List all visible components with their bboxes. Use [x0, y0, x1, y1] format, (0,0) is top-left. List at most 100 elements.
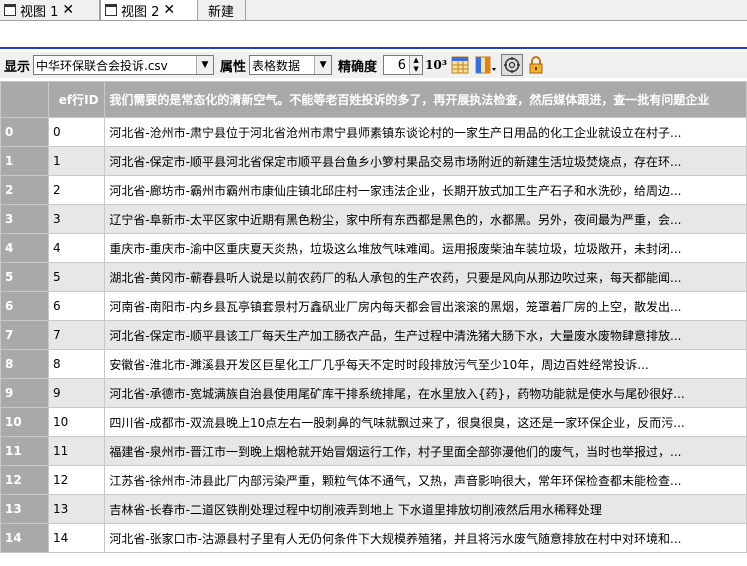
id-cell[interactable]: 13	[47, 494, 106, 524]
table-row[interactable]: 4 4 重庆市-重庆市-渝中区重庆夏天炎热，垃圾这么堆放气味难闻。运用报废柴油车装垃…	[0, 233, 747, 263]
text-cell[interactable]: 四川省-成都市-双流县晚上10点左右一股刺鼻的气味就飘过来了，很臭很臭，这还是一…	[104, 407, 747, 437]
table-row[interactable]: 12 12 江苏省-徐州市-沛县此厂内部污染严重，颗粒气体不通气，又热，声音影响很大…	[0, 465, 747, 495]
text-cell[interactable]: 河北省-沧州市-肃宁县位于河北省沧州市肃宁县师素镇东谈论村的一家生产日用品的化工…	[104, 117, 747, 147]
close-icon[interactable]: ✕	[163, 3, 175, 17]
table-row[interactable]: 1 1 河北省-保定市-顺平县河北省保定市顺平县台鱼乡小箩村果品交易市场附近的新建生…	[0, 146, 747, 176]
id-cell[interactable]: 14	[47, 523, 106, 553]
chevron-down-icon[interactable]: ▼	[196, 56, 214, 74]
close-icon[interactable]: ✕	[62, 3, 74, 17]
table-row[interactable]: 13 13 吉林省-长春市-二道区铁削处理过程中切削液弄到地上 下水道里排放切削液然…	[0, 494, 747, 524]
text-cell[interactable]: 福建省-泉州市-晋江市一到晚上烟枪就开始冒烟运行工作，村子里面全部弥漫他们的废气…	[104, 436, 747, 466]
row-number-cell[interactable]: 1	[0, 146, 49, 176]
corner-cell[interactable]	[0, 81, 49, 118]
attr-value: 表格数据	[252, 58, 301, 73]
row-number-cell[interactable]: 9	[0, 378, 49, 408]
table-row[interactable]: 10 10 四川省-成都市-双流县晚上10点左右一股刺鼻的气味就飘过来了，很臭很臭，…	[0, 407, 747, 437]
id-cell[interactable]: 8	[47, 349, 106, 379]
table-row[interactable]: 3 3 辽宁省-阜新市-太平区家中近期有黑色粉尘，家中所有东西都是黑色的，水都黑。另…	[0, 204, 747, 234]
row-number-cell[interactable]: 2	[0, 175, 49, 205]
table-row[interactable]: 5 5 湖北省-黄冈市-蕲春县听人说是以前农药厂的私人承包的生产农药，只要是风向从那…	[0, 262, 747, 292]
table-icon	[451, 56, 469, 74]
display-value: 中华环保联合会投诉.csv	[36, 58, 168, 73]
chevron-down-icon[interactable]: ▼	[314, 56, 332, 74]
toolbar: 显示 中华环保联合会投诉.csv ▼ 属性 表格数据 ▼ 精确度 6 ▲ ▼ 10…	[0, 52, 747, 78]
tab-bar: 视图 1 ✕ 视图 2 ✕ 新建	[0, 0, 747, 21]
data-grid: ef行ID 我们需要的是常态化的清新空气。不能等老百姓投诉的多了，再开展执法检查…	[0, 81, 747, 566]
id-cell[interactable]: 5	[47, 262, 106, 292]
row-number-cell[interactable]: 13	[0, 494, 49, 524]
id-cell[interactable]: 12	[47, 465, 106, 495]
tab-label: 视图 2	[121, 4, 160, 20]
table-row[interactable]: 8 8 安徽省-淮北市-濉溪县开发区巨星化工厂几乎每天不定时时段排放污气至少10年，…	[0, 349, 747, 379]
row-number-cell[interactable]: 11	[0, 436, 49, 466]
attr-select[interactable]: 表格数据 ▼	[249, 55, 333, 75]
id-cell[interactable]: 10	[47, 407, 106, 437]
table-row[interactable]: 6 6 河南省-南阳市-内乡县瓦亭镇套景村万鑫矾业厂房内每天都会冒出滚滚的黑烟，笼罩…	[0, 291, 747, 321]
precision-label: 精确度	[338, 59, 378, 75]
column-header-id[interactable]: ef行ID	[47, 81, 106, 118]
tab-new[interactable]: 新建	[198, 0, 246, 20]
text-cell[interactable]: 安徽省-淮北市-濉溪县开发区巨星化工厂几乎每天不定时时段排放污气至少10年，周边…	[104, 349, 747, 379]
lock-button[interactable]	[525, 54, 547, 76]
text-cell[interactable]: 吉林省-长春市-二道区铁削处理过程中切削液弄到地上 下水道里排放切削液然后用水稀…	[104, 494, 747, 524]
columns-icon	[475, 56, 497, 74]
display-label: 显示	[4, 59, 31, 75]
id-cell[interactable]: 4	[47, 233, 106, 263]
header-row: ef行ID 我们需要的是常态化的清新空气。不能等老百姓投诉的多了，再开展执法检查…	[0, 81, 747, 118]
row-number-cell[interactable]: 5	[0, 262, 49, 292]
scientific-label: 10³	[425, 58, 448, 72]
row-number-cell[interactable]: 7	[0, 320, 49, 350]
precision-stepper[interactable]: 6 ▲ ▼	[383, 55, 424, 75]
text-cell[interactable]: 辽宁省-阜新市-太平区家中近期有黑色粉尘，家中所有东西都是黑色的，水都黑。另外，…	[104, 204, 747, 234]
text-cell[interactable]: 重庆市-重庆市-渝中区重庆夏天炎热，垃圾这么堆放气味难闻。运用报废柴油车装垃圾，…	[104, 233, 747, 263]
text-cell[interactable]: 湖北省-黄冈市-蕲春县听人说是以前农药厂的私人承包的生产农药，只要是风向从那边吹…	[104, 262, 747, 292]
id-cell[interactable]: 2	[47, 175, 106, 205]
id-cell[interactable]: 9	[47, 378, 106, 408]
row-number-cell[interactable]: 4	[0, 233, 49, 263]
precision-value: 6	[397, 57, 407, 73]
id-cell[interactable]: 0	[47, 117, 106, 147]
accent-divider	[0, 47, 747, 49]
column-header-text[interactable]: 我们需要的是常态化的清新空气。不能等老百姓投诉的多了，再开展执法检查，然后媒体跟…	[104, 81, 747, 118]
table-row[interactable]: 9 9 河北省-承德市-宽城满族自治县使用尾矿库干排系统排尾，在水里放入{药}，药物…	[0, 378, 747, 408]
id-cell[interactable]: 11	[47, 436, 106, 466]
divider	[0, 20, 747, 21]
id-cell[interactable]: 1	[47, 146, 106, 176]
tab-label: 新建	[208, 4, 235, 20]
text-cell[interactable]: 江苏省-徐州市-沛县此厂内部污染严重，颗粒气体不通气，又热，声音影响很大，常年环…	[104, 465, 747, 495]
table-row[interactable]: 11 11 福建省-泉州市-晋江市一到晚上烟枪就开始冒烟运行工作，村子里面全部弥漫他…	[0, 436, 747, 466]
row-number-cell[interactable]: 10	[0, 407, 49, 437]
tab-view-2[interactable]: 视图 2 ✕	[100, 0, 198, 20]
row-number-cell[interactable]: 6	[0, 291, 49, 321]
text-cell[interactable]: 河北省-保定市-顺平县该工厂每天生产加工肠衣产品，生产过程中清洗猪大肠下水，大量…	[104, 320, 747, 350]
row-number-cell[interactable]: 8	[0, 349, 49, 379]
stepper-arrows-icon[interactable]: ▲ ▼	[409, 56, 423, 74]
scientific-notation-button[interactable]: 10³	[425, 54, 447, 76]
tab-view-1[interactable]: 视图 1 ✕	[0, 0, 100, 20]
columns-dropdown-button[interactable]	[473, 54, 499, 76]
text-cell[interactable]: 河南省-南阳市-内乡县瓦亭镇套景村万鑫矾业厂房内每天都会冒出滚滚的黑烟，笼罩着厂…	[104, 291, 747, 321]
id-cell[interactable]: 7	[47, 320, 106, 350]
row-number-cell[interactable]: 3	[0, 204, 49, 234]
id-cell[interactable]: 6	[47, 291, 106, 321]
table-row[interactable]: 0 0 河北省-沧州市-肃宁县位于河北省沧州市肃宁县师素镇东谈论村的一家生产日用品的…	[0, 117, 747, 147]
view-icon	[105, 4, 117, 16]
row-number-cell[interactable]: 0	[0, 117, 49, 147]
text-cell[interactable]: 河北省-张家口市-沽源县村子里有人无仍何条件下大规模养殖猪，并且将污水废气随意排…	[104, 523, 747, 553]
display-select[interactable]: 中华环保联合会投诉.csv ▼	[33, 55, 215, 75]
tab-label: 视图 1	[20, 4, 59, 20]
text-cell[interactable]: 河北省-承德市-宽城满族自治县使用尾矿库干排系统排尾，在水里放入{药}，药物功能…	[104, 378, 747, 408]
table-row[interactable]: 2 2 河北省-廊坊市-霸州市霸州市康仙庄镇北邱庄村一家违法企业，长期开放式加工生产…	[0, 175, 747, 205]
table-row[interactable]: 14 14 河北省-张家口市-沽源县村子里有人无仍何条件下大规模养殖猪，并且将污水废…	[0, 523, 747, 553]
table-view-button[interactable]	[449, 54, 471, 76]
table-row[interactable]: 7 7 河北省-保定市-顺平县该工厂每天生产加工肠衣产品，生产过程中清洗猪大肠下水，…	[0, 320, 747, 350]
text-cell[interactable]: 河北省-廊坊市-霸州市霸州市康仙庄镇北邱庄村一家违法企业，长期开放式加工生产石子…	[104, 175, 747, 205]
data-table: ef行ID 我们需要的是常态化的清新空气。不能等老百姓投诉的多了，再开展执法检查…	[0, 81, 747, 553]
text-cell[interactable]: 河北省-保定市-顺平县河北省保定市顺平县台鱼乡小箩村果品交易市场附近的新建生活垃…	[104, 146, 747, 176]
lock-icon	[529, 56, 543, 74]
row-number-cell[interactable]: 14	[0, 523, 49, 553]
view-icon	[4, 4, 16, 16]
id-cell[interactable]: 3	[47, 204, 106, 234]
row-number-cell[interactable]: 12	[0, 465, 49, 495]
settings-button[interactable]	[501, 54, 524, 76]
